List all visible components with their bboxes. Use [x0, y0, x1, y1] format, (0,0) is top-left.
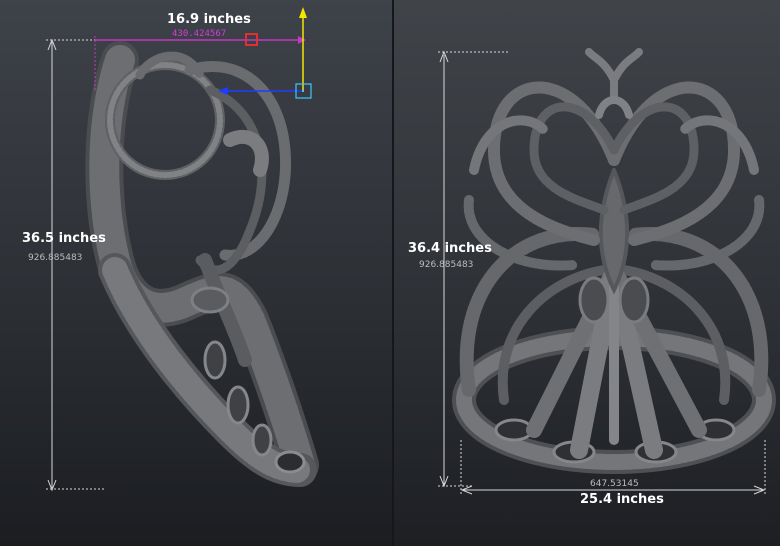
height-value-right: 926.885483 — [419, 260, 474, 270]
left-viewport[interactable]: 16.9 inches 430.424567 36.5 inches 926.8… — [0, 0, 392, 546]
sculpture-side-model[interactable] — [85, 41, 319, 487]
height-label-right: 36.4 inches — [408, 241, 492, 256]
width-label-left: 16.9 inches — [167, 12, 251, 27]
width-value-left: 430.424567 — [172, 29, 227, 39]
height-value-left: 926.885483 — [28, 253, 83, 263]
width-value-right: 647.53145 — [590, 479, 639, 489]
height-label-left: 36.5 inches — [22, 231, 106, 246]
width-label-right: 25.4 inches — [580, 492, 664, 507]
right-viewport-canvas[interactable] — [394, 0, 780, 546]
sculpture-front-model[interactable] — [452, 48, 776, 474]
left-viewport-canvas[interactable] — [0, 0, 392, 546]
right-viewport[interactable]: 36.4 inches 926.885483 647.53145 25.4 in… — [394, 0, 780, 546]
